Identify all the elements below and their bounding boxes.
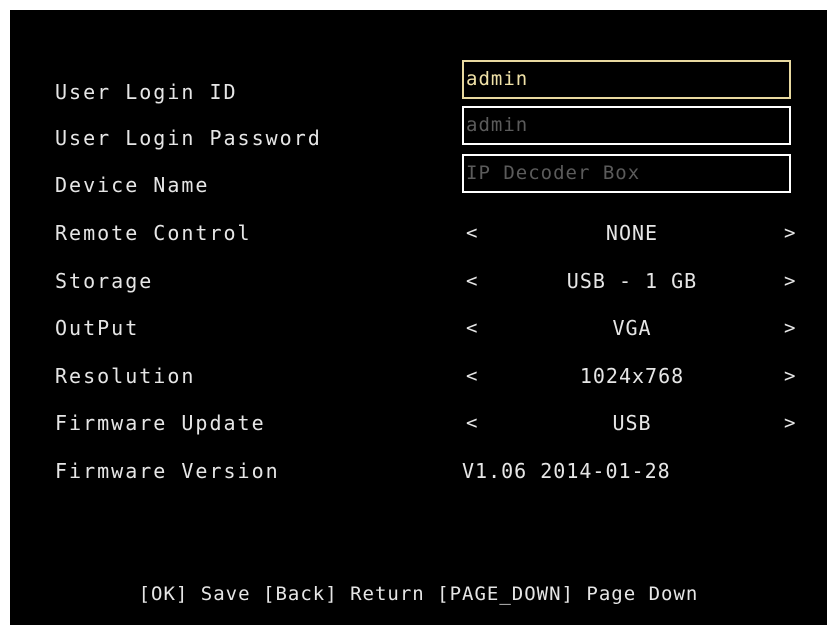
chevron-left-icon[interactable]: <: [466, 269, 477, 293]
chevron-left-icon[interactable]: <: [466, 221, 477, 245]
resolution-label: Resolution: [55, 364, 196, 388]
firmware-update-label: Firmware Update: [55, 411, 266, 435]
firmware-version-value: V1.06 2014-01-28: [462, 459, 671, 483]
remote-control-value: NONE: [605, 221, 659, 245]
output-label: OutPut: [55, 316, 140, 340]
chevron-right-icon[interactable]: >: [784, 364, 795, 388]
remote-control-label: Remote Control: [55, 221, 252, 245]
output-selector[interactable]: < VGA >: [462, 316, 802, 340]
settings-screen: User Login ID admin User Login Password …: [10, 10, 827, 625]
firmware-version-label: Firmware Version: [55, 459, 280, 483]
key-hint-footer: [OK] Save [Back] Return [PAGE_DOWN] Page…: [138, 583, 699, 605]
user-login-id-label: User Login ID: [55, 80, 238, 104]
firmware-update-value: USB: [612, 411, 652, 435]
user-login-password-label: User Login Password: [55, 126, 322, 150]
storage-selector[interactable]: < USB - 1 GB >: [462, 269, 802, 293]
chevron-right-icon[interactable]: >: [784, 269, 795, 293]
resolution-value: 1024x768: [579, 364, 685, 388]
chevron-left-icon[interactable]: <: [466, 411, 477, 435]
storage-value: USB - 1 GB: [566, 269, 698, 293]
storage-label: Storage: [55, 269, 154, 293]
chevron-right-icon[interactable]: >: [784, 411, 795, 435]
chevron-left-icon[interactable]: <: [466, 364, 477, 388]
output-value: VGA: [612, 316, 652, 340]
user-login-id-field[interactable]: admin: [462, 60, 791, 99]
device-name-label: Device Name: [55, 173, 210, 197]
remote-control-selector[interactable]: < NONE >: [462, 221, 802, 245]
user-login-password-field[interactable]: admin: [462, 106, 791, 145]
firmware-update-selector[interactable]: < USB >: [462, 411, 802, 435]
chevron-left-icon[interactable]: <: [466, 316, 477, 340]
chevron-right-icon[interactable]: >: [784, 221, 795, 245]
chevron-right-icon[interactable]: >: [784, 316, 795, 340]
device-name-field[interactable]: IP Decoder Box: [462, 154, 791, 193]
resolution-selector[interactable]: < 1024x768 >: [462, 364, 802, 388]
